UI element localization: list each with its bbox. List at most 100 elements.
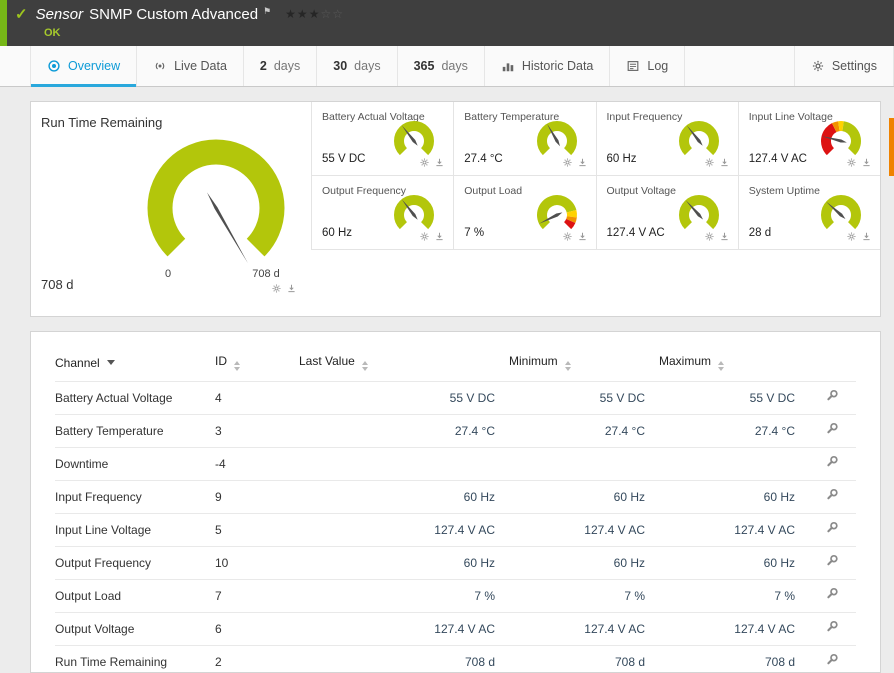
channel-minimum: 127.4 V AC [509, 612, 659, 646]
sort-toggle-icon [718, 361, 725, 371]
channel-name[interactable]: Run Time Remaining [55, 645, 215, 673]
tab-number: 30 [333, 59, 348, 73]
channel-settings-button[interactable] [825, 422, 840, 437]
gauge-pin-icon[interactable] [577, 231, 588, 242]
channel-last-value: 7 % [299, 579, 509, 613]
gauge-settings-icon[interactable] [271, 283, 282, 294]
channel-maximum: 60 Hz [659, 480, 809, 514]
channel-name[interactable]: Output Frequency [55, 546, 215, 580]
gauge-settings-icon[interactable] [846, 231, 857, 242]
channel-minimum: 60 Hz [509, 546, 659, 580]
gauge-settings-icon[interactable] [562, 157, 573, 168]
channel-table: Channel ID Last Value Minimum Maximum Ba… [55, 348, 856, 673]
gauge-value: 55 V DC [322, 153, 366, 165]
channel-settings-button[interactable] [825, 488, 840, 503]
gauge-value: 127.4 V AC [606, 227, 665, 239]
gauge-settings-icon[interactable] [562, 231, 573, 242]
tab-365-days[interactable]: 365 days [398, 46, 485, 86]
channel-minimum: 708 d [509, 645, 659, 673]
channel-name[interactable]: Downtime [55, 447, 215, 481]
channel-id: 4 [215, 381, 299, 415]
gauge-value: 28 d [748, 227, 772, 239]
channel-settings-button[interactable] [825, 389, 840, 404]
gauge-pin-icon[interactable] [719, 231, 730, 242]
channel-id: 2 [215, 645, 299, 673]
channel-settings-button[interactable] [825, 521, 840, 536]
tab-live-data[interactable]: Live Data [137, 46, 244, 86]
table-row: Battery Actual Voltage 4 55 V DC 55 V DC… [55, 381, 856, 415]
channel-settings-button[interactable] [825, 587, 840, 602]
channel-last-value: 708 d [299, 645, 509, 673]
tab-2-days[interactable]: 2 days [244, 46, 318, 86]
channel-table-body: Battery Actual Voltage 4 55 V DC 55 V DC… [55, 381, 856, 673]
sort-desc-icon [106, 359, 115, 365]
column-header-id[interactable]: ID [215, 348, 299, 382]
flag-icon[interactable]: ⚑ [263, 6, 271, 17]
table-row: Input Frequency 9 60 Hz 60 Hz 60 Hz [55, 480, 856, 514]
channel-minimum: 127.4 V AC [509, 513, 659, 547]
gauge-value: 60 Hz [322, 227, 353, 239]
column-header-maximum[interactable]: Maximum [659, 348, 809, 382]
tab-log[interactable]: Log [610, 46, 686, 86]
table-row: Battery Temperature 3 27.4 °C 27.4 °C 27… [55, 414, 856, 448]
table-row: Input Line Voltage 5 127.4 V AC 127.4 V … [55, 513, 856, 547]
channel-minimum: 60 Hz [509, 480, 659, 514]
tab-historic-data[interactable]: Historic Data [485, 46, 611, 86]
channel-name[interactable]: Battery Temperature [55, 414, 215, 448]
column-header-last-value[interactable]: Last Value [299, 348, 509, 382]
gauge-min-label: 0 [164, 268, 172, 280]
priority-stars[interactable]: ★★★☆☆ [285, 7, 344, 21]
gauge-pin-icon[interactable] [577, 157, 588, 168]
overview-icon [47, 59, 61, 73]
gauge-settings-icon[interactable] [704, 157, 715, 168]
gauge-value: 7 % [464, 227, 485, 239]
channel-id: -4 [215, 447, 299, 481]
primary-channel-gauge-section: Run Time Remaining 0 708 d 708 d [31, 102, 311, 316]
table-row: Output Load 7 7 % 7 % 7 % [55, 579, 856, 613]
sort-toggle-icon [564, 361, 571, 371]
gauge-settings-icon[interactable] [419, 231, 430, 242]
channel-name[interactable]: Battery Actual Voltage [55, 381, 215, 415]
tab-label: days [273, 59, 301, 73]
tab-label: Overview [68, 59, 121, 73]
gauge-cell: Battery Temperature 27.4 °C [453, 102, 596, 176]
gauge-pin-icon[interactable] [434, 231, 445, 242]
column-header-minimum[interactable]: Minimum [509, 348, 659, 382]
channel-name[interactable]: Output Load [55, 579, 215, 613]
channel-settings-button[interactable] [825, 620, 840, 635]
channel-name[interactable]: Input Line Voltage [55, 513, 215, 547]
gauge-cell: Input Line Voltage 127.4 V AC [737, 102, 880, 176]
channel-settings-button[interactable] [825, 653, 840, 668]
tab-overview[interactable]: Overview [30, 46, 138, 87]
gauge-cell: Battery Actual Voltage 55 V DC [311, 102, 454, 176]
gauge-pin-icon[interactable] [861, 231, 872, 242]
table-row: Run Time Remaining 2 708 d 708 d 708 d [55, 645, 856, 673]
channel-id: 6 [215, 612, 299, 646]
channel-settings-button[interactable] [825, 455, 840, 470]
channel-id: 9 [215, 480, 299, 514]
page-title: SNMP Custom Advanced [89, 5, 259, 23]
gauge-settings-icon[interactable] [846, 157, 857, 168]
gauge-pin-icon[interactable] [286, 283, 297, 294]
channel-minimum [509, 447, 659, 481]
tab-30-days[interactable]: 30 days [317, 46, 398, 86]
gauge-pin-icon[interactable] [434, 157, 445, 168]
gauge-settings-icon[interactable] [704, 231, 715, 242]
tab-label: Settings [831, 59, 877, 73]
gauge-cell: System Uptime 28 d [737, 176, 880, 250]
gauge-pin-icon[interactable] [719, 157, 730, 168]
tab-settings[interactable]: Settings [793, 46, 894, 86]
tab-number: 2 [259, 59, 267, 73]
gauge-settings-icon[interactable] [419, 157, 430, 168]
column-header-channel[interactable]: Channel [55, 348, 215, 382]
tab-number: 365 [413, 59, 435, 73]
table-header-row: Channel ID Last Value Minimum Maximum [55, 348, 856, 382]
table-row: Output Frequency 10 60 Hz 60 Hz 60 Hz [55, 546, 856, 580]
channel-name[interactable]: Input Frequency [55, 480, 215, 514]
gauge-pin-icon[interactable] [861, 157, 872, 168]
channel-name[interactable]: Output Voltage [55, 612, 215, 646]
channel-settings-button[interactable] [825, 554, 840, 569]
tab-label: Historic Data [521, 59, 594, 73]
channel-id: 3 [215, 414, 299, 448]
channel-id: 7 [215, 579, 299, 613]
